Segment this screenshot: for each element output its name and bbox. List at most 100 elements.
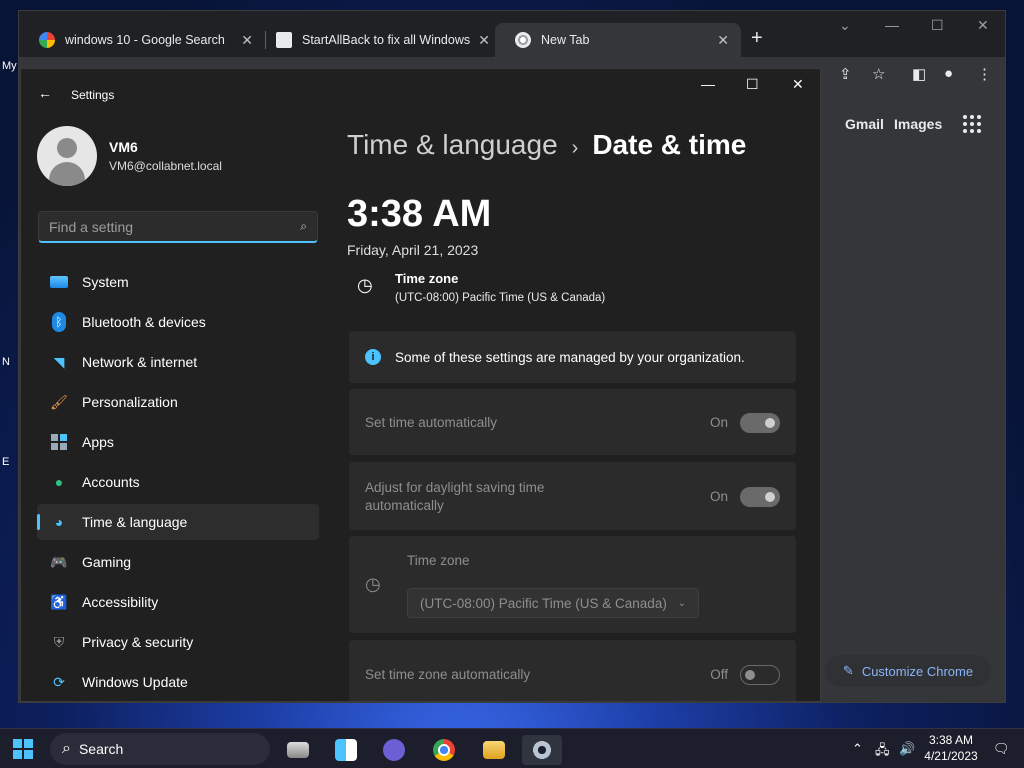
settings-search[interactable]: ⌕ bbox=[38, 211, 318, 243]
nav-item-accounts[interactable]: ● Accounts bbox=[37, 464, 319, 500]
profile-icon[interactable]: ● bbox=[944, 65, 953, 82]
brush-icon: 🖌 bbox=[50, 393, 68, 410]
toggle-state: On bbox=[709, 489, 728, 504]
breadcrumb-parent[interactable]: Time & language bbox=[347, 129, 558, 160]
timezone-dropdown-value: (UTC-08:00) Pacific Time (US & Canada) bbox=[420, 595, 667, 611]
nav-item-system[interactable]: System bbox=[37, 264, 319, 300]
teams-chat-icon[interactable] bbox=[374, 735, 414, 765]
daylight-saving-row: Adjust for daylight saving time automati… bbox=[349, 462, 796, 530]
taskbar-search-label: Search bbox=[78, 741, 124, 757]
avatar bbox=[37, 126, 97, 186]
bluetooth-icon: ᛒ bbox=[49, 312, 69, 332]
update-icon: ⟳ bbox=[53, 673, 65, 690]
notification-icon[interactable]: 🗨 bbox=[993, 741, 1010, 757]
apps-icon bbox=[49, 432, 69, 452]
nav-item-time-language[interactable]: ◕ Time & language bbox=[37, 504, 319, 540]
images-link[interactable]: Images bbox=[894, 116, 942, 132]
taskbar-clock[interactable]: 3:38 AM 4/21/2023 bbox=[920, 732, 982, 764]
search-icon: ⌕ bbox=[62, 740, 71, 757]
search-input[interactable] bbox=[49, 218, 301, 235]
chevron-up-icon[interactable]: ⌃ bbox=[852, 741, 863, 757]
customize-chrome-label: Customize Chrome bbox=[861, 663, 974, 679]
row-label: Adjust for daylight saving time bbox=[365, 480, 545, 495]
page-title: Date & time bbox=[592, 129, 747, 160]
share-icon[interactable]: ⇪ bbox=[839, 65, 852, 83]
settings-nav: System ᛒ Bluetooth & devices ◥ Network &… bbox=[37, 264, 319, 701]
toggle-state: Off bbox=[710, 667, 728, 682]
chrome-tab-active[interactable]: New Tab ✕ bbox=[495, 23, 741, 57]
settings-content: Time & language › Date & time 3:38 AM Frid… bbox=[347, 69, 820, 701]
volume-icon[interactable]: 🔊 bbox=[899, 741, 915, 757]
start-button-windows-icon[interactable] bbox=[13, 739, 33, 759]
set-timezone-automatically-row: Set time zone automatically Off bbox=[349, 640, 796, 701]
task-view-icon[interactable] bbox=[278, 735, 318, 765]
nav-item-label: Windows Update bbox=[82, 674, 188, 690]
close-tab-icon[interactable]: ✕ bbox=[717, 32, 729, 49]
tab-search-icon[interactable]: ⌄ bbox=[839, 17, 851, 34]
nav-item-apps[interactable]: Apps bbox=[37, 424, 319, 460]
timezone-row: ◷ Time zone (UTC-08:00) Pacific Time (US… bbox=[349, 536, 796, 633]
nav-item-personalization[interactable]: 🖌 Personalization bbox=[37, 384, 319, 420]
row-label: Set time zone automatically bbox=[365, 667, 531, 682]
profile-email: VM6@collabnet.local bbox=[109, 159, 222, 173]
close-tab-icon[interactable]: ✕ bbox=[478, 32, 490, 49]
current-date: Friday, April 21, 2023 bbox=[347, 242, 479, 258]
nav-item-windows-update[interactable]: ⟳ Windows Update bbox=[37, 664, 319, 700]
minimize-button[interactable]: — bbox=[885, 17, 899, 33]
maximize-button[interactable]: ☐ bbox=[931, 17, 944, 34]
chrome-favicon-icon bbox=[515, 32, 531, 48]
current-time: 3:38 AM bbox=[347, 193, 492, 235]
taskbar-search[interactable]: ⌕ Search bbox=[50, 733, 270, 765]
taskbar-time: 3:38 AM bbox=[928, 733, 974, 747]
chrome-tab[interactable]: windows 10 - Google Search ✕ bbox=[19, 23, 265, 57]
new-tab-button[interactable]: + bbox=[751, 27, 763, 50]
gamepad-icon: 🎮 bbox=[50, 553, 68, 570]
bookmark-star-icon[interactable]: ☆ bbox=[872, 65, 885, 83]
nav-item-privacy[interactable]: ⛨ Privacy & security bbox=[37, 624, 319, 660]
monitor-icon bbox=[49, 272, 69, 292]
timezone-dropdown[interactable]: (UTC-08:00) Pacific Time (US & Canada) ⌄ bbox=[407, 588, 699, 618]
set-time-auto-toggle[interactable] bbox=[740, 413, 780, 433]
settings-window: ← Settings — ☐ ✕ VM6 VM6@collabnet.local… bbox=[20, 68, 821, 702]
set-time-automatically-row: Set time automatically On bbox=[349, 389, 796, 455]
nav-item-accessibility[interactable]: ♿ Accessibility bbox=[37, 584, 319, 620]
breadcrumb: Time & language › Date & time bbox=[347, 129, 746, 161]
google-apps-icon[interactable] bbox=[963, 115, 981, 133]
back-arrow-icon[interactable]: ← bbox=[38, 85, 52, 101]
chevron-down-icon: ⌄ bbox=[677, 597, 686, 609]
info-banner-text: Some of these settings are managed by yo… bbox=[395, 349, 745, 365]
managed-info-banner: i Some of these settings are managed by … bbox=[349, 331, 796, 383]
nav-item-gaming[interactable]: 🎮 Gaming bbox=[37, 544, 319, 580]
chrome-tab[interactable]: StartAllBack to fix all Windows 1 ✕ bbox=[256, 23, 502, 57]
nav-item-label: Gaming bbox=[82, 554, 132, 570]
set-timezone-auto-toggle[interactable] bbox=[740, 665, 780, 685]
gmail-link[interactable]: Gmail bbox=[845, 116, 884, 132]
nav-item-bluetooth[interactable]: ᛒ Bluetooth & devices bbox=[37, 304, 319, 340]
settings-window-title: Settings bbox=[71, 88, 115, 102]
nav-item-label: Privacy & security bbox=[82, 634, 194, 650]
timezone-summary-value: (UTC-08:00) Pacific Time (US & Canada) bbox=[395, 292, 606, 304]
timezone-summary-label: Time zone bbox=[395, 271, 459, 286]
search-icon: ⌕ bbox=[300, 219, 307, 233]
nav-item-label: Network & internet bbox=[82, 354, 198, 370]
user-profile[interactable]: VM6 VM6@collabnet.local bbox=[37, 126, 222, 186]
customize-chrome-button[interactable]: ✎ Customize Chrome bbox=[825, 655, 991, 687]
nav-item-label: Time & language bbox=[82, 514, 188, 530]
close-tab-icon[interactable]: ✕ bbox=[241, 32, 253, 49]
network-icon[interactable]: 🖧 bbox=[875, 741, 890, 763]
daylight-saving-toggle[interactable] bbox=[740, 487, 780, 507]
timezone-summary: ◷ Time zone (UTC-08:00) Pacific Time (US… bbox=[357, 271, 605, 304]
widgets-icon[interactable] bbox=[326, 735, 366, 765]
chrome-taskbar-icon[interactable] bbox=[424, 735, 464, 765]
close-button[interactable]: ✕ bbox=[977, 17, 989, 34]
nav-item-network[interactable]: ◥ Network & internet bbox=[37, 344, 319, 380]
file-explorer-icon[interactable] bbox=[474, 735, 514, 765]
accessibility-icon: ♿ bbox=[50, 593, 68, 610]
settings-gear-icon[interactable] bbox=[522, 735, 562, 765]
tab-title: New Tab bbox=[541, 33, 590, 47]
chevron-right-icon: › bbox=[571, 137, 579, 159]
menu-kebab-icon[interactable]: ⋮ bbox=[977, 65, 992, 83]
clock-globe-icon: ◷ bbox=[357, 275, 373, 295]
side-panel-icon[interactable]: ◧ bbox=[912, 65, 926, 83]
tab-title: windows 10 - Google Search bbox=[65, 33, 225, 47]
